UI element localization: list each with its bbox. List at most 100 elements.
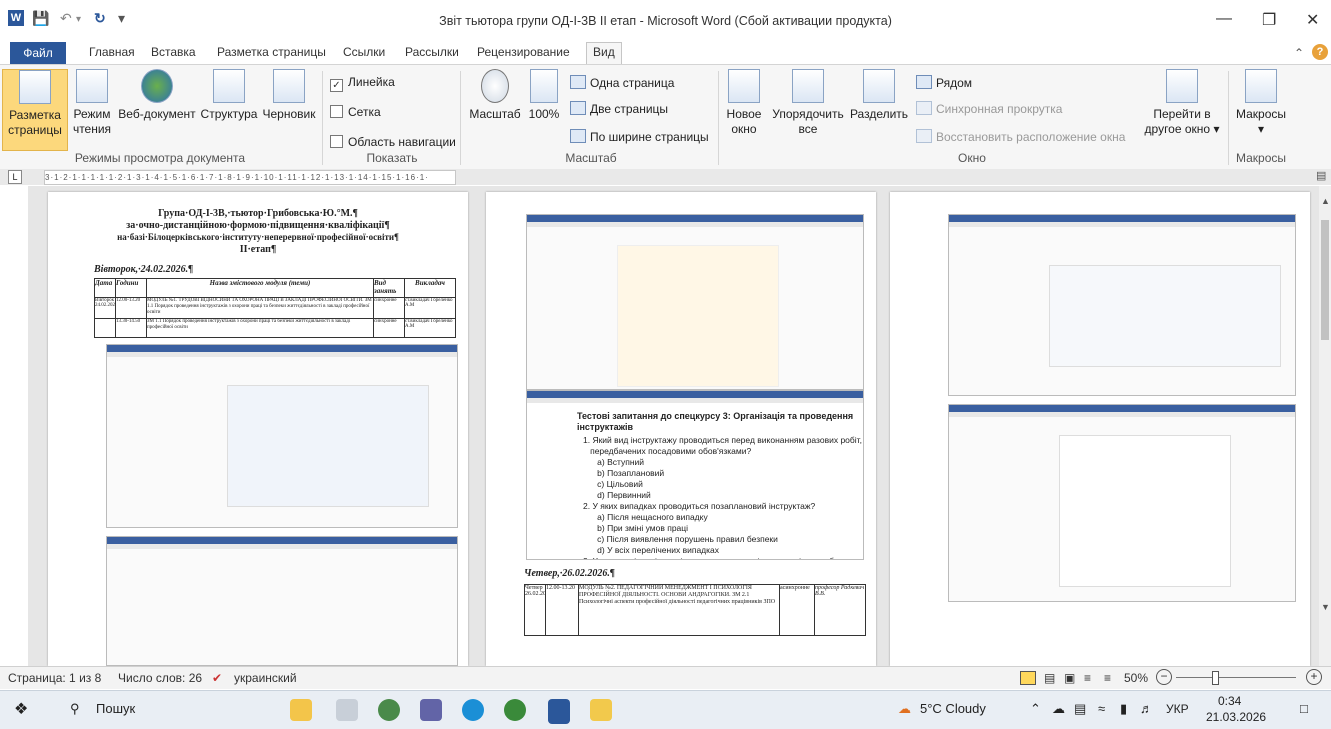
- sync-scroll-button[interactable]: Синхронная прокрутка: [916, 101, 1062, 116]
- page-count[interactable]: Страница: 1 из 8: [8, 671, 101, 685]
- macros-button[interactable]: Макросы ▾: [1232, 69, 1290, 137]
- split-button[interactable]: Разделить: [848, 69, 910, 122]
- tab-home[interactable]: Главная: [89, 45, 135, 59]
- view-ruler-icon[interactable]: ▤: [1316, 169, 1326, 182]
- proofing-icon[interactable]: ✔: [212, 671, 222, 685]
- switch-windows-button[interactable]: Перейти в другое окно ▾: [1140, 69, 1224, 137]
- restore-icon[interactable]: ❐: [1262, 10, 1276, 30]
- edge-icon[interactable]: [462, 699, 484, 721]
- new-window-button[interactable]: Новое окно: [722, 69, 766, 137]
- minimize-icon[interactable]: —: [1216, 10, 1232, 28]
- two-pages-icon: [570, 101, 586, 115]
- scroll-up-icon[interactable]: ▲: [1321, 196, 1330, 206]
- embedded-screenshot[interactable]: [526, 214, 864, 390]
- help-icon[interactable]: ?: [1312, 44, 1328, 60]
- zoom-level[interactable]: 50%: [1124, 671, 1148, 685]
- zoom-slider-thumb[interactable]: [1212, 671, 1219, 685]
- web-view-icon[interactable]: ▣: [1064, 671, 1075, 685]
- file-explorer-icon[interactable]: [590, 699, 612, 721]
- embedded-screenshot[interactable]: [106, 344, 458, 528]
- tab-insert[interactable]: Вставка: [151, 45, 196, 59]
- taskbar-search-label[interactable]: Пошук: [96, 701, 135, 716]
- zoom-in-icon[interactable]: +: [1306, 669, 1322, 685]
- screenshot-titlebar: [527, 215, 863, 222]
- navigation-pane-checkbox[interactable]: Область навигации: [330, 135, 456, 149]
- vertical-scrollbar[interactable]: ▲ ▼: [1319, 186, 1331, 666]
- close-icon[interactable]: ✕: [1306, 10, 1319, 30]
- tab-view[interactable]: Вид: [586, 42, 622, 66]
- notification-center-icon[interactable]: □: [1300, 701, 1308, 716]
- tab-review[interactable]: Рецензирование: [477, 45, 570, 59]
- tab-page-layout[interactable]: Разметка страницы: [217, 45, 326, 59]
- ruler-checkbox[interactable]: ✓ Линейка: [330, 75, 395, 92]
- clock-date[interactable]: 21.03.2026: [1206, 710, 1266, 724]
- gridlines-checkbox[interactable]: Сетка: [330, 105, 381, 119]
- two-pages-button[interactable]: Две страницы: [570, 101, 668, 116]
- scroll-down-icon[interactable]: ▼: [1321, 602, 1330, 612]
- zoom-button[interactable]: Масштаб: [466, 69, 524, 122]
- zoom-slider[interactable]: [1176, 677, 1296, 678]
- window-title: Звіт тьютора групи ОД-І-3В ІІ етап - Mic…: [439, 14, 892, 28]
- input-language[interactable]: УКР: [1166, 702, 1189, 716]
- clock-time[interactable]: 0:34: [1218, 694, 1241, 708]
- tab-mailings[interactable]: Рассылки: [405, 45, 459, 59]
- outline-button[interactable]: Структура: [198, 69, 260, 122]
- ribbon: Разметка страницы Режим чтения Веб-докум…: [0, 64, 1331, 170]
- onedrive-icon[interactable]: ☁: [1052, 701, 1065, 717]
- title-bar: W 💾 ↶ ▾ ↻ ▾ Звіт тьютора групи ОД-І-3В І…: [0, 0, 1331, 42]
- one-page-button[interactable]: Одна страница: [570, 75, 674, 90]
- zoom-label: Масштаб: [469, 107, 521, 121]
- draft-view-icon[interactable]: ≡: [1104, 671, 1111, 685]
- draft-button[interactable]: Черновик: [260, 69, 318, 122]
- print-layout-button[interactable]: Разметка страницы: [2, 69, 68, 151]
- reading-mode-button[interactable]: Режим чтения: [70, 69, 114, 137]
- weather-text[interactable]: 5°C Cloudy: [920, 701, 986, 716]
- show-group-label: Показать: [366, 151, 418, 165]
- screenshot-toolbar: [527, 398, 863, 403]
- teams-icon[interactable]: [420, 699, 442, 721]
- embedded-screenshot[interactable]: [948, 214, 1296, 396]
- outline-icon: [213, 69, 245, 103]
- widgets-icon[interactable]: [290, 699, 312, 721]
- battery-icon[interactable]: ▮: [1120, 701, 1127, 717]
- wifi-icon[interactable]: ≈: [1098, 701, 1105, 716]
- reset-window-position-button[interactable]: Восстановить расположение окна: [916, 129, 1125, 144]
- word-count[interactable]: Число слов: 26: [118, 671, 202, 685]
- embedded-screenshot[interactable]: [948, 404, 1296, 602]
- document-page-3[interactable]: [890, 192, 1310, 666]
- volume-icon[interactable]: ♬: [1140, 701, 1153, 716]
- chrome-profile-icon[interactable]: [504, 699, 526, 721]
- windows-start-icon[interactable]: ❖: [14, 699, 28, 719]
- table-header: Викладач: [415, 279, 445, 287]
- page-width-icon: [570, 129, 586, 143]
- embedded-screenshot[interactable]: [106, 536, 458, 666]
- print-layout-view-icon[interactable]: [1020, 671, 1036, 685]
- document-page-2[interactable]: Тестові запитання до спецкурсу 3: Органі…: [486, 192, 876, 666]
- table-cell: МОДУЛЬ №1. ТРУДОВІ ВІДНОСИНИ ТА ОХОРОНА …: [147, 298, 374, 318]
- minimize-ribbon-icon[interactable]: ⌃: [1294, 46, 1304, 60]
- word-taskbar-icon[interactable]: [548, 699, 570, 724]
- search-icon[interactable]: ⚲: [70, 701, 80, 717]
- table-cell: синхронне: [374, 298, 405, 318]
- arrange-all-button[interactable]: Упорядочить все: [768, 69, 848, 137]
- outline-view-icon[interactable]: ≡: [1084, 671, 1091, 685]
- system-tray-chevron-icon[interactable]: ⌃: [1030, 701, 1041, 717]
- tab-selector-icon[interactable]: L: [8, 170, 22, 184]
- side-by-side-button[interactable]: Рядом: [916, 75, 972, 90]
- tab-references[interactable]: Ссылки: [343, 45, 385, 59]
- page-heading-3: на·базі·Білоцерківського·інституту·непер…: [117, 232, 399, 242]
- chrome-icon[interactable]: [378, 699, 400, 721]
- reading-view-icon[interactable]: ▤: [1044, 671, 1055, 685]
- switch-windows-label: Перейти в другое окно: [1144, 107, 1211, 136]
- task-view-icon[interactable]: [336, 699, 358, 721]
- tab-file[interactable]: Файл: [10, 42, 66, 64]
- scrollbar-thumb[interactable]: [1321, 220, 1329, 340]
- zoom-100-button[interactable]: 100%: [524, 69, 564, 122]
- web-layout-button[interactable]: Веб-документ: [116, 69, 198, 122]
- embedded-screenshot-quiz[interactable]: Тестові запитання до спецкурсу 3: Органі…: [526, 390, 864, 560]
- language[interactable]: украинский: [234, 671, 297, 685]
- page-width-button[interactable]: По ширине страницы: [570, 129, 709, 144]
- notifications-tray-icon[interactable]: ▤: [1074, 701, 1086, 717]
- document-page-1[interactable]: Група·ОД-І-3В,·тьютор·Грибовська·Ю.°М.¶ …: [48, 192, 468, 666]
- zoom-out-icon[interactable]: −: [1156, 669, 1172, 685]
